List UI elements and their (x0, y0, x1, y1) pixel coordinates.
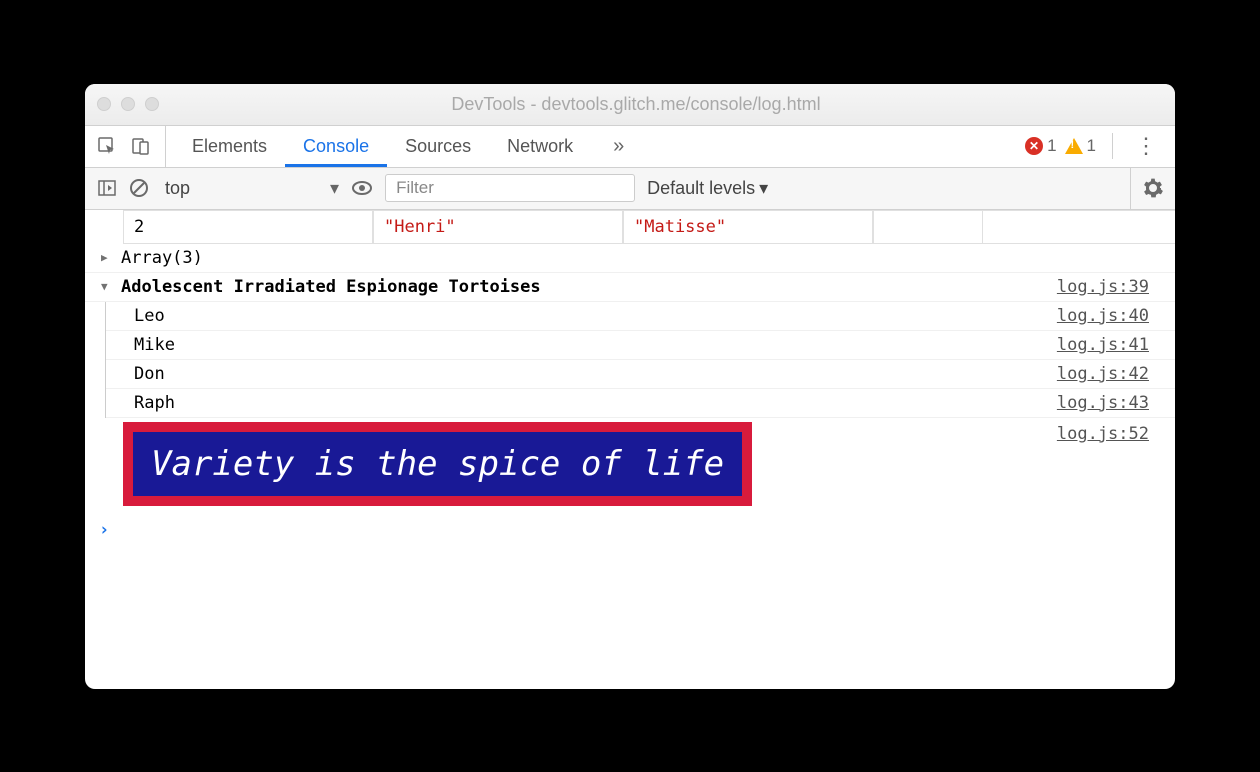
array-log-row[interactable]: Array(3) (85, 244, 1175, 273)
log-row[interactable]: Mike log.js:41 (106, 331, 1175, 360)
log-row[interactable]: Leo log.js:40 (106, 302, 1175, 331)
error-icon: ✕ (1025, 137, 1043, 155)
tab-network[interactable]: Network (489, 126, 591, 167)
more-options-icon[interactable]: ⋮ (1129, 133, 1163, 159)
context-selector[interactable]: top ▾ (161, 178, 339, 199)
group-title: Adolescent Irradiated Espionage Tortoise… (115, 277, 1057, 297)
chevron-down-icon: ▾ (759, 178, 768, 199)
warning-badge[interactable]: 1 (1065, 136, 1096, 156)
titlebar: DevTools - devtools.glitch.me/console/lo… (85, 84, 1175, 126)
filter-input[interactable] (385, 174, 635, 202)
log-levels-selector[interactable]: Default levels ▾ (647, 178, 768, 199)
context-value: top (165, 178, 190, 199)
table-cell-index[interactable]: 2 (123, 211, 373, 243)
disclosure-triangle-icon[interactable] (101, 279, 115, 294)
disclosure-triangle-icon[interactable] (101, 250, 115, 265)
more-tabs-icon[interactable]: » (599, 135, 624, 158)
live-expression-icon[interactable] (351, 177, 373, 199)
settings-icon[interactable] (1130, 168, 1163, 209)
warning-icon (1065, 138, 1083, 154)
styled-message: Variety is the spice of life (123, 422, 752, 506)
inspect-icon[interactable] (97, 136, 117, 156)
table-cell-empty[interactable] (873, 211, 983, 243)
log-row[interactable]: Don log.js:42 (106, 360, 1175, 389)
source-link[interactable]: log.js:41 (1057, 335, 1175, 355)
zoom-icon[interactable] (145, 97, 159, 111)
tab-console[interactable]: Console (285, 126, 387, 167)
array-label: Array(3) (115, 248, 1175, 268)
tab-sources[interactable]: Sources (387, 126, 489, 167)
tabbar-left-icons (97, 126, 166, 167)
chevron-down-icon: ▾ (330, 178, 339, 199)
prompt-icon: › (99, 520, 109, 540)
console-prompt[interactable]: › (85, 510, 1175, 550)
levels-label: Default levels (647, 178, 755, 199)
tab-elements[interactable]: Elements (174, 126, 285, 167)
devtools-tabbar: Elements Console Sources Network » ✕ 1 1… (85, 126, 1175, 168)
panel-tabs: Elements Console Sources Network (174, 126, 591, 167)
divider (1112, 133, 1113, 159)
window-controls (97, 97, 159, 111)
log-text: Don (134, 364, 1057, 384)
error-badge[interactable]: ✕ 1 (1025, 136, 1056, 156)
tabbar-right: ✕ 1 1 ⋮ (1025, 126, 1163, 167)
warning-count: 1 (1087, 136, 1096, 156)
window-title: DevTools - devtools.glitch.me/console/lo… (159, 94, 1163, 115)
close-icon[interactable] (97, 97, 111, 111)
styled-log-row[interactable]: Variety is the spice of life log.js:52 (85, 418, 1175, 510)
source-link[interactable]: log.js:42 (1057, 364, 1175, 384)
source-link[interactable]: log.js:52 (1057, 422, 1175, 444)
console-toolbar: top ▾ Default levels ▾ (85, 168, 1175, 210)
minimize-icon[interactable] (121, 97, 135, 111)
device-toggle-icon[interactable] (131, 136, 151, 156)
log-text: Leo (134, 306, 1057, 326)
source-link[interactable]: log.js:39 (1057, 277, 1175, 297)
log-text: Mike (134, 335, 1057, 355)
table-row: 2 "Henri" "Matisse" (123, 210, 1175, 244)
table-cell-first[interactable]: "Henri" (373, 211, 623, 243)
group-children: Leo log.js:40 Mike log.js:41 Don log.js:… (105, 302, 1175, 418)
log-row[interactable]: Raph log.js:43 (106, 389, 1175, 418)
source-link[interactable]: log.js:43 (1057, 393, 1175, 413)
log-text: Raph (134, 393, 1057, 413)
group-header-row[interactable]: Adolescent Irradiated Espionage Tortoise… (85, 273, 1175, 302)
source-link[interactable]: log.js:40 (1057, 306, 1175, 326)
clear-console-icon[interactable] (129, 178, 149, 198)
table-cell-last[interactable]: "Matisse" (623, 211, 873, 243)
console-body: 2 "Henri" "Matisse" Array(3) Adolescent … (85, 210, 1175, 689)
devtools-window: DevTools - devtools.glitch.me/console/lo… (85, 84, 1175, 689)
error-count: 1 (1047, 136, 1056, 156)
sidebar-toggle-icon[interactable] (97, 178, 117, 198)
